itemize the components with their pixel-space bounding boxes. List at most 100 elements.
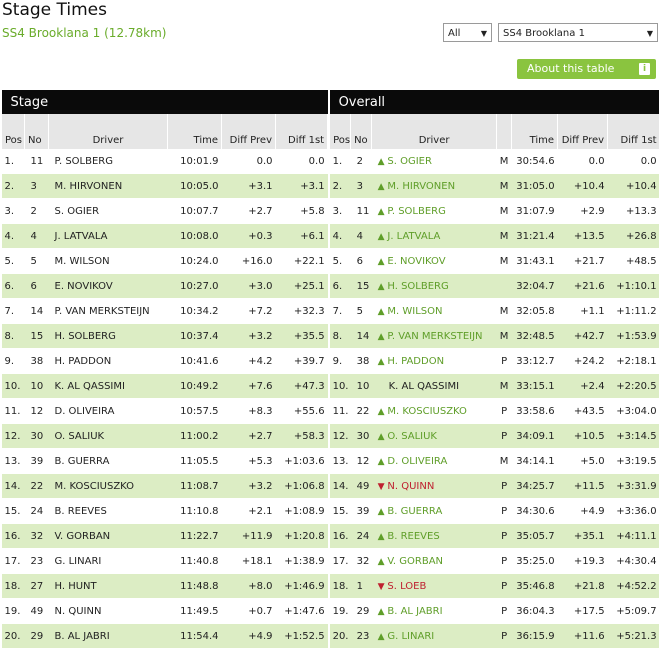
overall-time-cell: 33:58.6 — [512, 399, 558, 424]
overall-time-cell: 34:25.7 — [512, 474, 558, 499]
overall-driver-link[interactable]: B. REEVES — [387, 531, 439, 542]
stage-driver-link[interactable]: V. GORBAN — [49, 524, 168, 549]
overall-driver-cell: ▲ O. SALIUK — [372, 424, 497, 449]
stage-driver-link[interactable]: H. SOLBERG — [49, 324, 168, 349]
overall-driver-link[interactable]: S. LOEB — [387, 581, 426, 592]
arrow-up-icon: ▲ — [378, 607, 388, 617]
overall-time-cell: 31:21.4 — [512, 224, 558, 249]
stage-diff-prev-cell: +5.3 — [222, 449, 276, 474]
overall-diff-1st-cell: +5:21.3 — [608, 624, 659, 649]
overall-time-cell: 35:05.7 — [512, 524, 558, 549]
overall-mark-cell: M — [497, 224, 512, 249]
stage-driver-link[interactable]: N. QUINN — [49, 599, 168, 624]
stage-driver-link[interactable]: S. OGIER — [49, 199, 168, 224]
stage-no-cell: 12 — [25, 399, 49, 424]
overall-time-cell: 32:04.7 — [512, 274, 558, 299]
overall-driver-link[interactable]: M. KOSCIUSZKO — [387, 406, 467, 417]
stage-no-cell: 27 — [25, 574, 49, 599]
stage-no-cell: 32 — [25, 524, 49, 549]
overall-diff-prev-cell: +10.5 — [558, 424, 608, 449]
overall-diff-1st-cell: +1:10.1 — [608, 274, 659, 299]
about-table-button[interactable]: About this table i — [517, 59, 656, 79]
overall-driver-link[interactable]: M. WILSON — [387, 306, 442, 317]
stage-diff-prev-cell: +18.1 — [222, 549, 276, 574]
overall-driver-link[interactable]: J. LATVALA — [387, 231, 440, 242]
overall-driver-cell: ▲ P. SOLBERG — [372, 199, 497, 224]
stage-driver-link[interactable]: B. GUERRA — [49, 449, 168, 474]
table-row: 11.12D. OLIVEIRA10:57.5+8.3+55.611.22▲ M… — [2, 399, 659, 424]
stage-diff-1st-cell: 0.0 — [276, 149, 328, 174]
stage-select[interactable]: SS4 Brooklana 1 ▼ — [498, 23, 658, 42]
overall-pos-cell: 17. — [330, 549, 351, 574]
overall-mark-cell: P — [497, 349, 512, 374]
table-row: 6.6E. NOVIKOV10:27.0+3.0+25.16.15▲ H. SO… — [2, 274, 659, 299]
overall-driver-link[interactable]: H. SOLBERG — [387, 281, 448, 292]
overall-driver-link[interactable]: P. SOLBERG — [387, 206, 446, 217]
stage-driver-link[interactable]: M. KOSCIUSZKO — [49, 474, 168, 499]
overall-driver-link[interactable]: H. PADDON — [387, 356, 444, 367]
stage-driver-link[interactable]: G. LINARI — [49, 549, 168, 574]
overall-diff-1st-cell: +10.4 — [608, 174, 659, 199]
overall-driver-cell: ▲ M. HIRVONEN — [372, 174, 497, 199]
overall-driver-link[interactable]: K. AL QASSIMI — [389, 381, 459, 392]
stage-driver-link[interactable]: O. SALIUK — [49, 424, 168, 449]
stage-diff-1st-cell: +1:08.9 — [276, 499, 328, 524]
overall-mark-cell: P — [497, 574, 512, 599]
stage-driver-link[interactable]: B. REEVES — [49, 499, 168, 524]
overall-pos-cell: 10. — [330, 374, 351, 399]
stage-time-cell: 10:37.4 — [168, 324, 222, 349]
overall-driver-link[interactable]: E. NOVIKOV — [387, 256, 445, 267]
overall-mark-cell: P — [497, 399, 512, 424]
overall-driver-link[interactable]: P. VAN MERKSTEIJN — [387, 331, 482, 342]
stage-driver-link[interactable]: J. LATVALA — [49, 224, 168, 249]
overall-driver-cell: ▲ B. GUERRA — [372, 499, 497, 524]
overall-no-cell: 11 — [351, 199, 372, 224]
overall-driver-link[interactable]: B. GUERRA — [387, 506, 442, 517]
filter-select[interactable]: All ▼ — [443, 23, 492, 42]
stage-diff-prev-cell: +2.1 — [222, 499, 276, 524]
overall-diff-1st-cell: +5:09.7 — [608, 599, 659, 624]
arrow-up-icon: ▲ — [378, 157, 388, 167]
overall-no-cell: 29 — [351, 599, 372, 624]
overall-driver-link[interactable]: S. OGIER — [387, 156, 432, 167]
stage-no-cell: 22 — [25, 474, 49, 499]
stage-driver-link[interactable]: P. SOLBERG — [49, 149, 168, 174]
overall-time-cell: 34:09.1 — [512, 424, 558, 449]
stage-driver-link[interactable]: K. AL QASSIMI — [49, 374, 168, 399]
table-row: 20.29B. AL JABRI11:54.4+4.9+1:52.520.23▲… — [2, 624, 659, 649]
stage-pos-cell: 17. — [2, 549, 25, 574]
stage-driver-link[interactable]: M. WILSON — [49, 249, 168, 274]
overall-driver-cell: ▲ M. WILSON — [372, 299, 497, 324]
table-row: 13.39B. GUERRA11:05.5+5.3+1:03.613.12▲ D… — [2, 449, 659, 474]
stage-diff-prev-cell: +2.7 — [222, 424, 276, 449]
overall-driver-link[interactable]: B. AL JABRI — [387, 606, 442, 617]
stage-driver-link[interactable]: H. HUNT — [49, 574, 168, 599]
stage-pos-cell: 5. — [2, 249, 25, 274]
stage-no-cell: 5 — [25, 249, 49, 274]
stage-driver-link[interactable]: B. AL JABRI — [49, 624, 168, 649]
stage-driver-link[interactable]: P. VAN MERKSTEIJN — [49, 299, 168, 324]
about-table-label: About this table — [527, 62, 614, 75]
overall-diff-1st-cell: +3:31.9 — [608, 474, 659, 499]
overall-driver-link[interactable]: G. LINARI — [387, 631, 434, 642]
overall-driver-link[interactable]: N. QUINN — [387, 481, 434, 492]
overall-driver-link[interactable]: O. SALIUK — [387, 431, 437, 442]
stage-driver-link[interactable]: E. NOVIKOV — [49, 274, 168, 299]
stage-pos-cell: 14. — [2, 474, 25, 499]
table-row: 1.11P. SOLBERG10:01.90.00.01.2▲ S. OGIER… — [2, 149, 659, 174]
overall-diff-1st-cell: +26.8 — [608, 224, 659, 249]
stage-driver-link[interactable]: M. HIRVONEN — [49, 174, 168, 199]
stage-time-cell: 11:08.7 — [168, 474, 222, 499]
stage-time-cell: 10:34.2 — [168, 299, 222, 324]
stage-driver-link[interactable]: D. OLIVEIRA — [49, 399, 168, 424]
overall-driver-link[interactable]: M. HIRVONEN — [387, 181, 455, 192]
stage-driver-link[interactable]: H. PADDON — [49, 349, 168, 374]
col-diff-prev: Diff Prev — [222, 114, 276, 149]
overall-driver-cell: ▲ B. AL JABRI — [372, 599, 497, 624]
overall-driver-link[interactable]: V. GORBAN — [387, 556, 443, 567]
arrow-up-icon: ▲ — [378, 457, 388, 467]
overall-driver-cell: ▲ E. NOVIKOV — [372, 249, 497, 274]
overall-driver-link[interactable]: D. OLIVEIRA — [387, 456, 447, 467]
overall-diff-prev-cell: +24.2 — [558, 349, 608, 374]
stage-diff-prev-cell: +8.3 — [222, 399, 276, 424]
